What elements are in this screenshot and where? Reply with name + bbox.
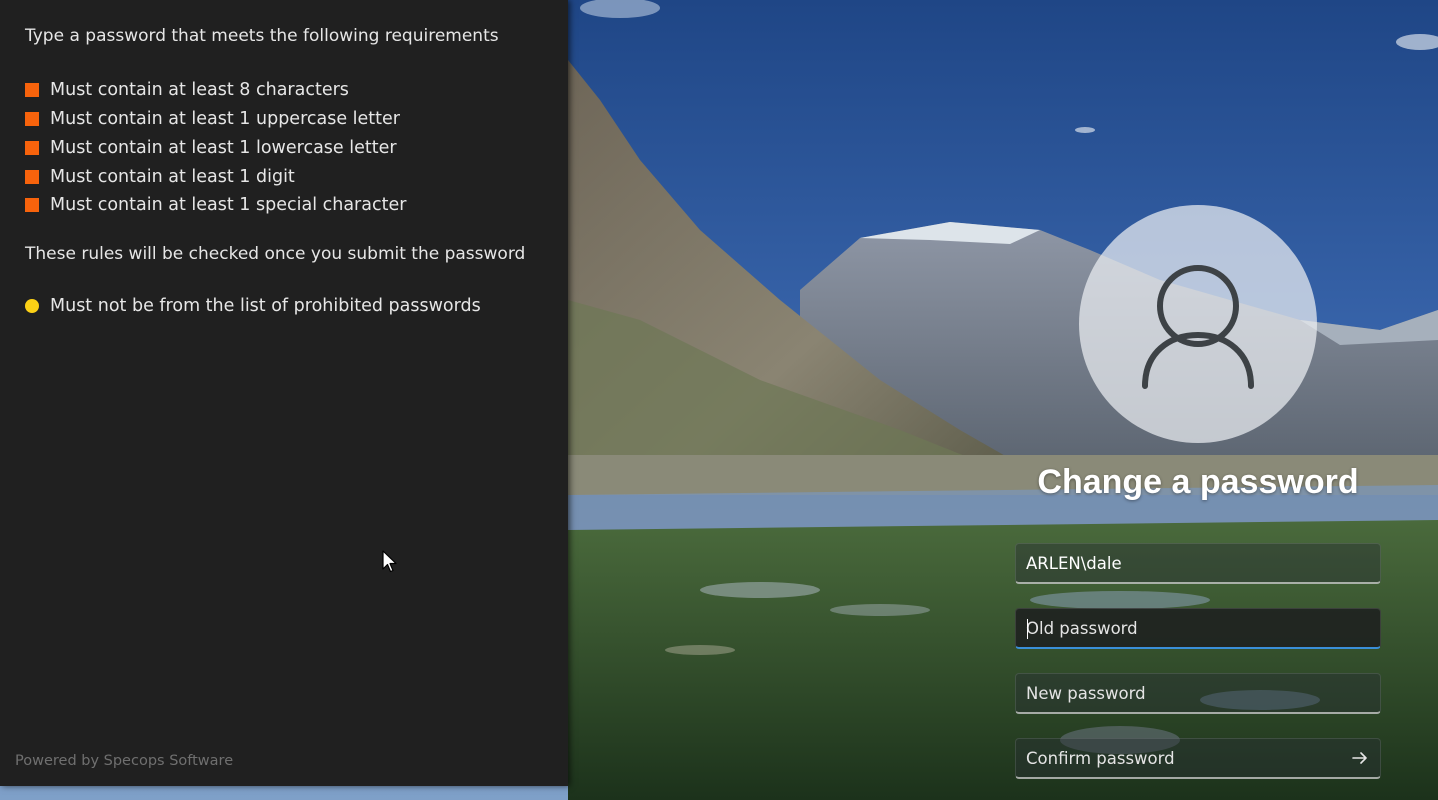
requirement-label: Must contain at least 1 digit [50,166,295,187]
submit-rule-label: Must not be from the list of prohibited … [50,296,481,316]
user-icon [1142,265,1254,389]
username-field[interactable] [1015,543,1381,584]
arrow-right-icon[interactable] [1350,748,1370,768]
text-caret [1027,619,1028,639]
requirement-item: Must contain at least 1 uppercase letter [25,105,406,134]
requirement-item: Must contain at least 1 digit [25,162,406,191]
mouse-cursor-icon [382,550,397,573]
lock-screen: Type a password that meets the following… [0,0,1438,800]
powered-by-footer: Powered by Specops Software [15,753,234,769]
requirement-label: Must contain at least 1 lowercase letter [50,137,397,158]
old-password-input[interactable] [1026,618,1370,638]
requirement-label: Must contain at least 1 uppercase letter [50,109,400,130]
user-avatar [1079,205,1317,443]
unmet-status-icon [25,140,39,155]
requirement-label: Must contain at least 1 special characte… [50,195,407,216]
pending-status-icon [25,299,39,313]
page-title: Change a password [1037,463,1359,501]
unmet-status-icon [25,169,39,184]
requirement-label: Must contain at least 8 characters [50,80,349,101]
old-password-field[interactable] [1015,608,1381,649]
unmet-status-icon [25,83,39,98]
new-password-field[interactable] [1015,673,1381,714]
password-requirements-panel: Type a password that meets the following… [0,0,568,786]
requirement-item: Must contain at least 1 special characte… [25,191,406,220]
confirm-password-field[interactable] [1015,738,1381,779]
requirement-item: Must contain at least 1 lowercase letter [25,134,406,163]
submit-rule-item: Must not be from the list of prohibited … [25,292,481,320]
requirements-list: Must contain at least 8 characters Must … [25,76,406,220]
submit-rules-heading: These rules will be checked once you sub… [25,244,526,264]
unmet-status-icon [25,112,39,127]
unmet-status-icon [25,198,39,213]
requirements-heading: Type a password that meets the following… [25,26,499,46]
username-input[interactable] [1026,553,1370,573]
new-password-input[interactable] [1026,683,1370,703]
confirm-password-input[interactable] [1026,748,1344,768]
requirement-item: Must contain at least 8 characters [25,76,406,105]
